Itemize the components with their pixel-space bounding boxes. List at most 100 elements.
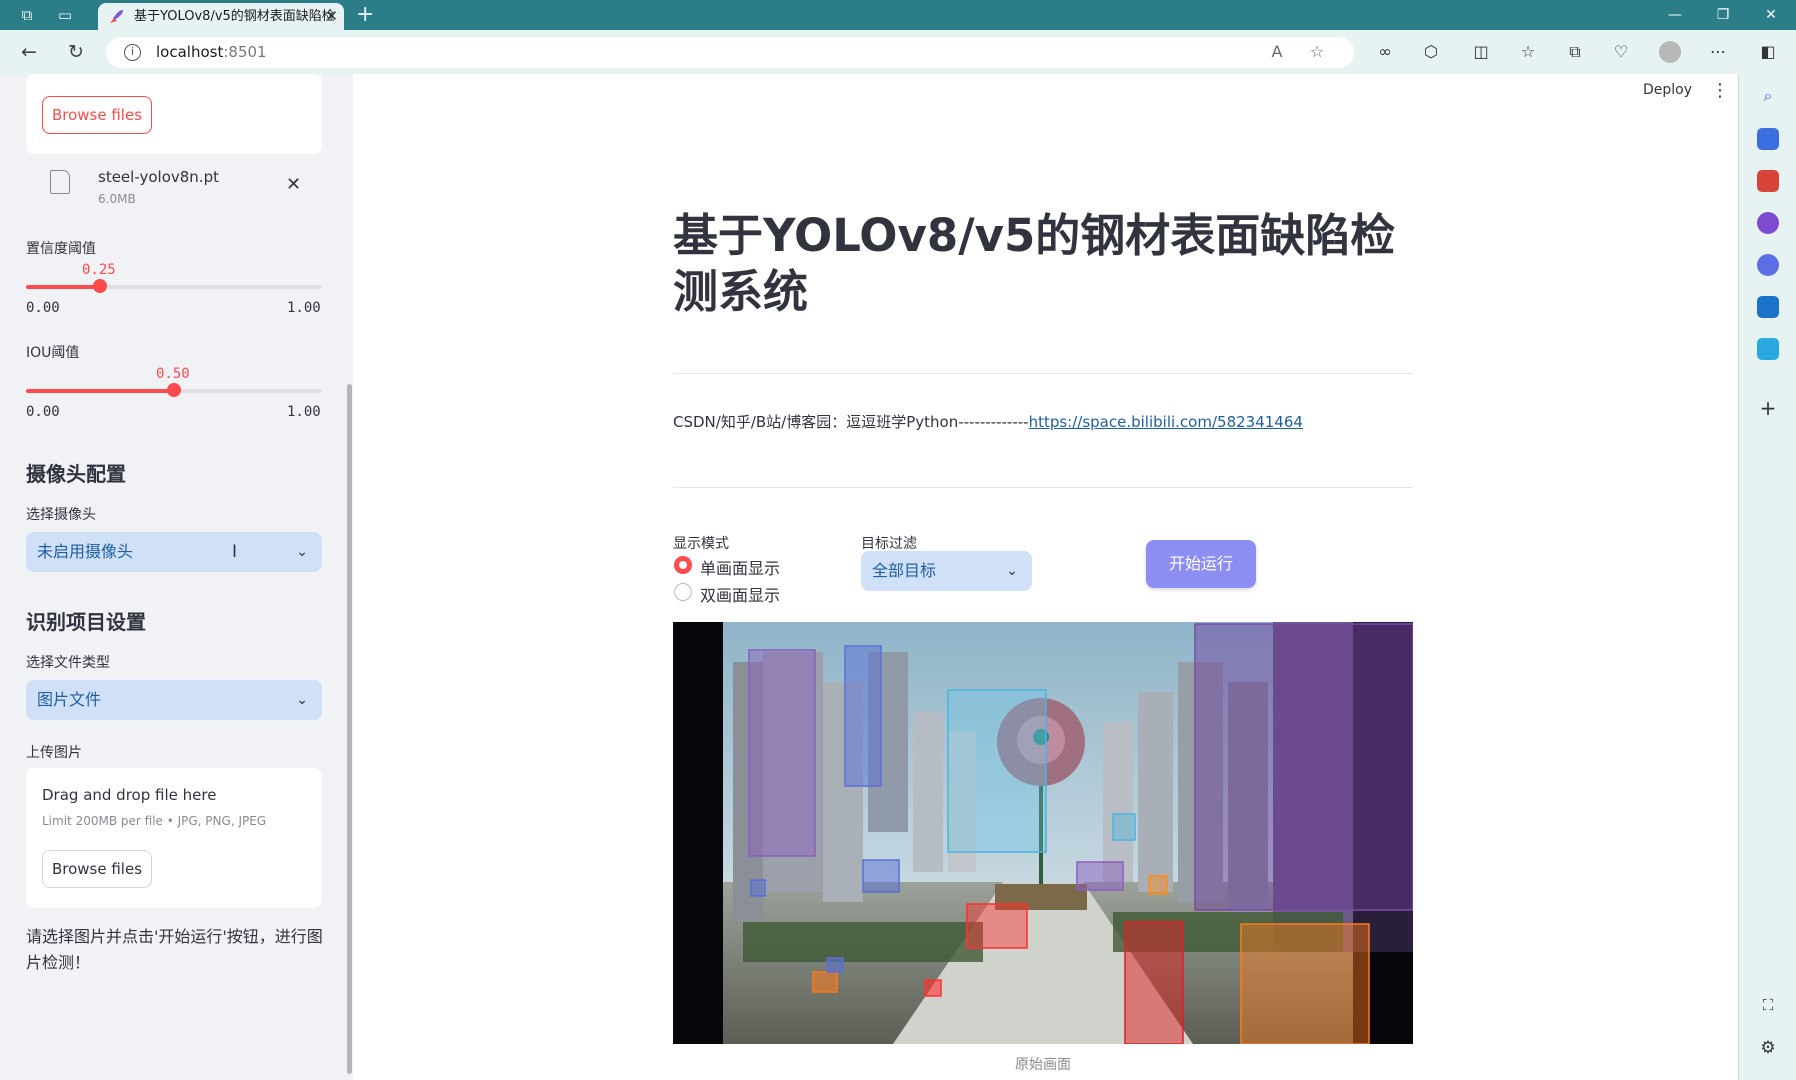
shopping-icon[interactable] (1757, 128, 1779, 150)
iou-slider-fill (26, 389, 174, 393)
radio-single-label[interactable]: 单画面显示 (700, 555, 780, 579)
camera-header: 摄像头配置 (26, 462, 126, 486)
run-button[interactable]: 开始运行 (1146, 540, 1256, 588)
iou-max: 1.00 (287, 404, 321, 420)
screenshot-icon[interactable]: ⛶ (1757, 996, 1779, 1018)
main-content: Deploy ⋮ 基于YOLOv8/v5的钢材表面缺陷检测系统 CSDN/知乎/… (353, 74, 1738, 1080)
confidence-value: 0.25 (82, 262, 116, 278)
split-screen-icon[interactable]: ◫ (1470, 41, 1492, 63)
chevron-down-icon: ⌄ (296, 544, 308, 560)
chevron-down-icon: ⌄ (296, 692, 308, 708)
outlook-icon[interactable] (1757, 296, 1779, 318)
upload-image-label: 上传图片 (26, 745, 82, 761)
detection-box (947, 689, 1047, 853)
settings-gear-icon[interactable]: ⚙ (1757, 1038, 1779, 1060)
file-name: steel-yolov8n.pt (98, 168, 219, 186)
address-bar[interactable]: i localhost:8501 A ☆ (106, 37, 1354, 68)
profile-avatar[interactable] (1659, 41, 1681, 63)
radio-dual[interactable] (674, 583, 692, 601)
extensions-icon[interactable]: ⬡ (1420, 41, 1442, 63)
confidence-min: 0.00 (26, 300, 60, 316)
browser-tab[interactable]: 基于YOLOv8/v5的钢材表面缺陷检 ✕ (98, 3, 344, 30)
image-browse-button[interactable]: Browse files (42, 850, 152, 888)
file-icon (50, 170, 70, 194)
camera-select-label: 选择摄像头 (26, 507, 96, 523)
chevron-down-icon: ⌄ (1006, 563, 1018, 579)
image-dropzone[interactable]: Drag and drop file here Limit 200MB per … (26, 768, 322, 908)
divider (673, 487, 1413, 488)
tab-title: 基于YOLOv8/v5的钢材表面缺陷检 (134, 9, 335, 24)
confidence-slider-handle[interactable] (93, 279, 107, 293)
camera-select-value: 未启用摄像头 (37, 542, 134, 561)
workspaces-icon[interactable]: ⧉ (18, 6, 36, 24)
restore-icon[interactable]: ❐ (1712, 4, 1734, 26)
deploy-button[interactable]: Deploy (1643, 82, 1692, 98)
filetype-select[interactable]: 图片文件 ⌄ (26, 680, 322, 720)
confidence-slider[interactable] (26, 279, 322, 293)
tab-actions-icon[interactable]: ▭ (56, 6, 74, 24)
search-icon[interactable]: ⌕ (1757, 86, 1779, 108)
remove-file-icon[interactable]: ✕ (286, 174, 301, 195)
read-aloud-icon[interactable]: A (1266, 41, 1288, 63)
favorite-star-icon[interactable]: ☆ (1306, 41, 1328, 63)
minimize-icon[interactable]: — (1664, 4, 1686, 26)
model-uploader: Browse files (26, 74, 322, 154)
streamlit-rocket-icon (110, 10, 123, 23)
new-tab-icon[interactable]: + (356, 2, 374, 27)
credit-link[interactable]: https://space.bilibili.com/582341464 (1029, 413, 1303, 431)
file-size: 6.0MB (98, 192, 136, 206)
sidebar: Browse files steel-yolov8n.pt 6.0MB ✕ 置信… (0, 74, 353, 1080)
iou-min: 0.00 (26, 404, 60, 420)
window-title-bar: ⧉ ▭ 基于YOLOv8/v5的钢材表面缺陷检 ✕ + — ❐ ✕ (0, 0, 1796, 30)
display-mode-label: 显示模式 (673, 536, 729, 552)
main-menu-icon[interactable]: ⋮ (1711, 80, 1729, 101)
sidebar-scrollbar[interactable] (347, 384, 352, 1074)
confidence-label: 置信度阈值 (26, 241, 96, 257)
edge-sidebar: ⌕ + ⛶ ⚙ (1738, 74, 1796, 1080)
iou-slider[interactable] (26, 383, 322, 397)
page-title: 基于YOLOv8/v5的钢材表面缺陷检测系统 (673, 209, 1396, 318)
divider (673, 373, 1413, 374)
iou-value: 0.50 (156, 366, 190, 382)
sidebar-toggle-icon[interactable]: ◧ (1757, 41, 1779, 63)
close-tab-icon[interactable]: ✕ (325, 3, 338, 30)
model-browse-button[interactable]: Browse files (42, 96, 152, 134)
radio-dual-label[interactable]: 双画面显示 (700, 582, 780, 606)
health-icon[interactable]: ♡ (1610, 41, 1632, 63)
tools-icon[interactable] (1757, 170, 1779, 192)
sidebar-hint: 请选择图片并点击'开始运行'按钮，进行图片检测！ (26, 927, 323, 972)
url-host: localhost (156, 43, 224, 61)
filetype-select-label: 选择文件类型 (26, 655, 110, 671)
filter-select-value: 全部目标 (872, 561, 937, 580)
filetype-select-value: 图片文件 (37, 690, 102, 709)
add-icon[interactable]: + (1757, 396, 1779, 420)
copilot-icon[interactable] (1757, 254, 1779, 276)
filter-select[interactable]: 全部目标 ⌄ (861, 551, 1032, 591)
confidence-slider-fill (26, 285, 100, 289)
collections-icon[interactable]: ⧉ (1564, 41, 1586, 63)
credit-text: CSDN/知乎/B站/博客园：逗逗班学Python------------- (673, 413, 1029, 431)
camera-select[interactable]: 未启用摄像头 I ⌄ (26, 532, 322, 572)
text-cursor-icon: I (232, 542, 238, 562)
refresh-icon[interactable]: ↻ (64, 40, 88, 64)
favorites-icon[interactable]: ☆ (1517, 41, 1539, 63)
recognition-header: 识别项目设置 (26, 610, 146, 634)
detection-image (673, 622, 1413, 1044)
site-info-icon[interactable]: i (124, 44, 141, 61)
close-window-icon[interactable]: ✕ (1760, 4, 1782, 26)
image-caption: 原始画面 (1015, 1057, 1071, 1073)
dropzone-limit: Limit 200MB per file • JPG, PNG, JPEG (42, 814, 267, 828)
more-menu-icon[interactable]: ⋯ (1707, 41, 1729, 63)
back-icon[interactable]: ← (17, 40, 41, 64)
page-viewport: Browse files steel-yolov8n.pt 6.0MB ✕ 置信… (0, 74, 1738, 1080)
iou-label: IOU阈值 (26, 345, 80, 361)
credit-line: CSDN/知乎/B站/博客园：逗逗班学Python-------------ht… (673, 411, 1303, 432)
dropzone-text: Drag and drop file here (42, 786, 217, 804)
confidence-max: 1.00 (287, 300, 321, 316)
send-icon[interactable] (1757, 338, 1779, 360)
radio-single[interactable] (674, 556, 692, 574)
people-icon[interactable] (1757, 212, 1779, 234)
infinity-icon[interactable]: ∞ (1374, 41, 1396, 63)
iou-slider-handle[interactable] (167, 383, 181, 397)
url-port: :8501 (223, 43, 267, 61)
